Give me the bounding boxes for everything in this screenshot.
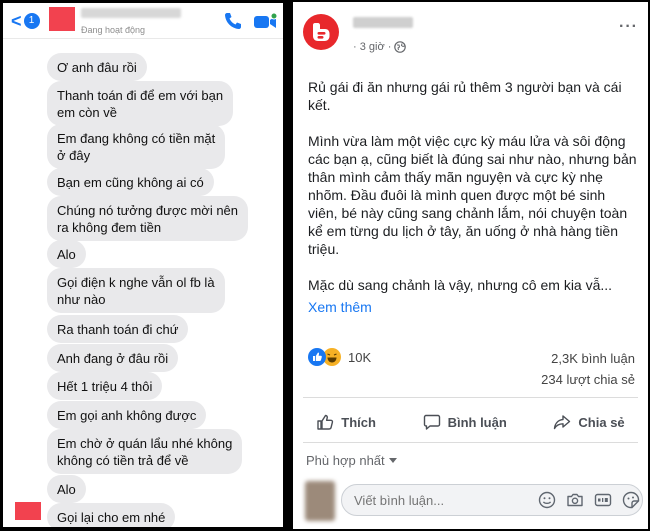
message-text: Thanh toán đi để em với bạn bbox=[57, 88, 224, 103]
share-label: Chia sẻ bbox=[578, 414, 625, 430]
message-text: Bạn em cũng không ai có bbox=[57, 175, 204, 190]
message-text: Em gọi anh không được bbox=[57, 408, 197, 423]
more-options-button[interactable]: ··· bbox=[619, 18, 638, 36]
contact-status: Đang hoạt động bbox=[81, 25, 146, 35]
message-text: Ra thanh toán đi chứ bbox=[57, 322, 179, 337]
user-avatar[interactable] bbox=[305, 481, 335, 521]
see-more-link[interactable]: Xem thêm bbox=[308, 298, 638, 316]
thumbs-up-icon bbox=[317, 414, 334, 430]
message-bubble[interactable]: Ơ anh đâu rồi bbox=[47, 53, 147, 81]
message-text: Gọi lại cho em nhé bbox=[57, 510, 166, 525]
page-name-redacted[interactable] bbox=[353, 17, 413, 28]
message-bubble[interactable]: Ra thanh toán đi chứ bbox=[47, 315, 189, 343]
post-meta: · 3 giờ · bbox=[353, 41, 407, 53]
emoji-icon[interactable] bbox=[538, 491, 556, 509]
comment-input-tools bbox=[538, 491, 640, 509]
share-arrow-icon bbox=[554, 415, 571, 430]
back-button[interactable]: < 1 bbox=[11, 12, 40, 30]
message-bubble[interactable]: Alo bbox=[47, 240, 86, 268]
message-bubble[interactable]: Em chờ ở quán lẩu nhé không không có tiền… bbox=[47, 429, 243, 474]
reaction-count: 10K bbox=[348, 349, 372, 365]
message-bubble[interactable]: Alo bbox=[47, 475, 86, 503]
like-button[interactable]: Thích bbox=[316, 413, 376, 431]
post-paragraph: Mặc dù sang chảnh là vậy, nhưng cô em ki… bbox=[308, 277, 613, 293]
post-paragraph: Mình vừa làm một việc cực kỳ máu lửa và … bbox=[308, 133, 637, 257]
message-bubble[interactable]: Thanh toán đi để em với bạn em còn về bbox=[47, 81, 234, 126]
message-text: Ơ anh đâu rồi bbox=[57, 60, 137, 75]
comment-label: Bình luận bbox=[447, 414, 507, 430]
caret-down-icon bbox=[388, 458, 397, 463]
message-bubble[interactable]: Em gọi anh không được bbox=[47, 401, 207, 429]
message-text: như nào bbox=[57, 292, 106, 307]
sender-avatar-redacted bbox=[15, 502, 41, 520]
divider bbox=[303, 442, 638, 443]
sort-label: Phù hợp nhất bbox=[306, 453, 385, 468]
comment-icon bbox=[423, 414, 440, 430]
comment-sort-dropdown[interactable]: Phù hợp nhất bbox=[306, 453, 397, 468]
post-time[interactable]: · 3 giờ · bbox=[353, 41, 391, 53]
message-text: Em đang không có tiền mặt bbox=[57, 131, 216, 146]
divider bbox=[303, 397, 638, 398]
camera-icon[interactable] bbox=[566, 491, 584, 509]
contact-avatar-redacted[interactable] bbox=[49, 7, 75, 31]
message-bubble[interactable]: Em đang không có tiền mặt ở đây bbox=[47, 124, 226, 169]
message-text: Anh đang ở đâu rồi bbox=[57, 351, 169, 366]
sticker-icon[interactable] bbox=[622, 491, 640, 509]
message-text: Gọi điện k nghe vẫn ol fb là bbox=[57, 275, 215, 290]
message-text: Em chờ ở quán lẩu nhé không bbox=[57, 436, 233, 451]
share-button[interactable]: Chia sẻ bbox=[553, 413, 625, 431]
facebook-post: · 3 giờ · ··· Rủ gái đi ăn nhưng gái rủ … bbox=[293, 2, 648, 529]
message-bubble[interactable]: Hết 1 triệu 4 thôi bbox=[47, 372, 163, 400]
contact-name-redacted bbox=[81, 8, 181, 18]
message-bubble[interactable]: Gọi lại cho em nhé bbox=[47, 503, 176, 527]
globe-icon bbox=[394, 41, 407, 53]
chevron-left-icon: < bbox=[11, 11, 22, 31]
phone-icon[interactable] bbox=[223, 11, 243, 31]
message-bubble[interactable]: Anh đang ở đâu rồi bbox=[47, 344, 179, 372]
comment-button[interactable]: Bình luận bbox=[423, 413, 507, 431]
like-label: Thích bbox=[341, 414, 376, 430]
like-reaction-icon bbox=[308, 348, 326, 366]
post-body: Rủ gái đi ăn nhưng gái rủ thêm 3 người b… bbox=[308, 78, 638, 316]
message-text: Hết 1 triệu 4 thôi bbox=[57, 379, 153, 394]
message-text: ở đây bbox=[57, 148, 91, 163]
message-text: Chúng nó tưởng được mời nên bbox=[57, 203, 239, 218]
messenger-chat-panel: < 1 Đang hoạt động Ơ anh đâu rồi Thanh t… bbox=[3, 3, 283, 527]
post-paragraph: Rủ gái đi ăn nhưng gái rủ thêm 3 người b… bbox=[308, 79, 622, 113]
message-bubble[interactable]: Chúng nó tưởng được mời nên ra không đem … bbox=[47, 196, 249, 241]
message-text: không có tiền trả để về bbox=[57, 453, 189, 468]
comment-count[interactable]: 2,3K bình luận bbox=[551, 351, 635, 366]
reactions-summary[interactable]: 10K bbox=[308, 348, 371, 366]
message-text: Alo bbox=[57, 247, 76, 262]
message-bubble[interactable]: Gọi điện k nghe vẫn ol fb là như nào bbox=[47, 268, 225, 313]
chat-header: < 1 Đang hoạt động bbox=[3, 3, 283, 39]
unread-badge: 1 bbox=[23, 13, 40, 29]
message-text: ra không đem tiền bbox=[57, 220, 162, 235]
video-call-icon[interactable] bbox=[253, 13, 277, 31]
share-count[interactable]: 234 lượt chia sẻ bbox=[541, 372, 635, 387]
post-actions: Thích Bình luận Chia sẻ bbox=[293, 406, 648, 438]
page-logo[interactable] bbox=[303, 14, 339, 50]
gif-icon[interactable] bbox=[594, 491, 612, 509]
brand-logo-icon bbox=[313, 23, 330, 41]
message-list: Ơ anh đâu rồi Thanh toán đi để em với bạ… bbox=[3, 39, 283, 527]
message-text: em còn về bbox=[57, 105, 117, 120]
message-text: Alo bbox=[57, 482, 76, 497]
message-bubble[interactable]: Bạn em cũng không ai có bbox=[47, 168, 214, 196]
